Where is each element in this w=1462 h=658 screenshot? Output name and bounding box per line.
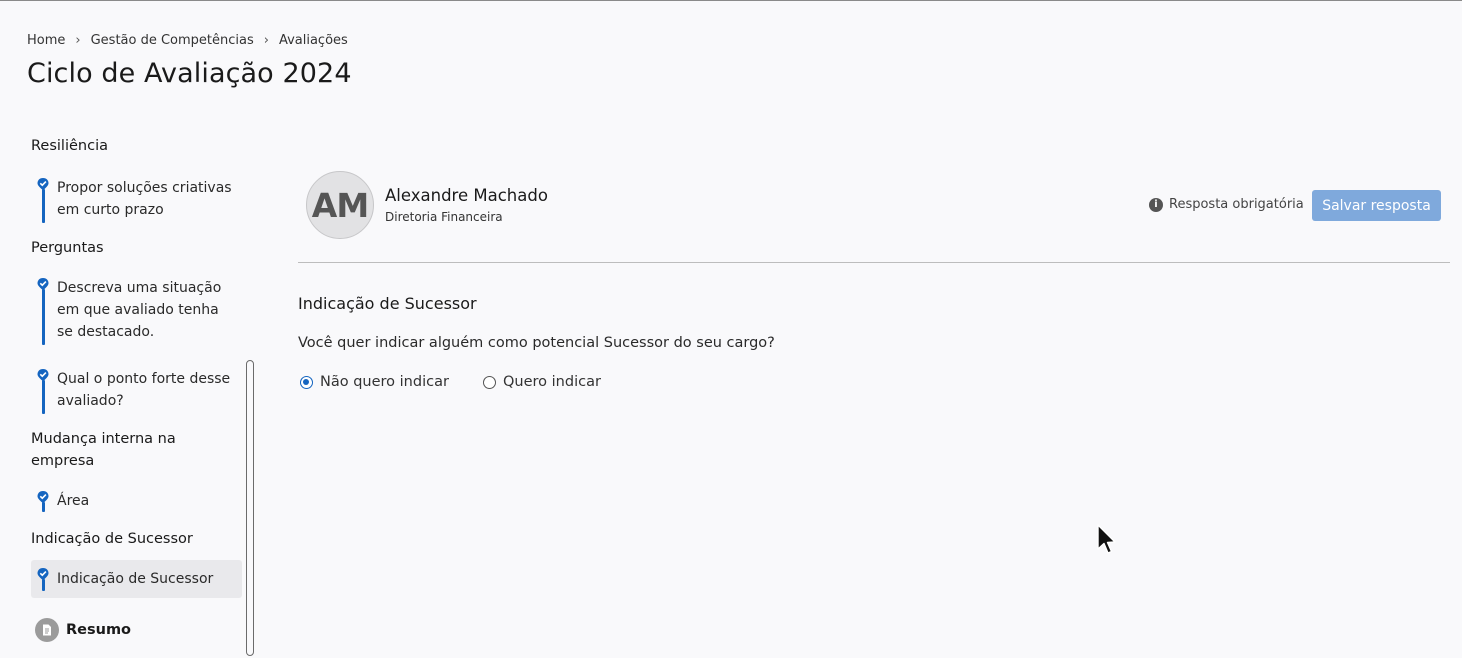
sidebar: Resiliência Propor soluções criativas em…	[22, 130, 258, 658]
progress-line	[42, 380, 45, 414]
sidebar-item-label: Descreva uma situação em que avaliado te…	[57, 280, 222, 340]
sidebar-section-perguntas: Perguntas	[31, 240, 104, 256]
form-section-heading: Indicação de Sucessor	[298, 294, 477, 313]
page-title: Ciclo de Avaliação 2024	[27, 58, 352, 89]
breadcrumb-separator: ›	[75, 33, 81, 48]
sidebar-item-label: Resumo	[66, 622, 132, 638]
radio-quero-indicar[interactable]: Quero indicar	[483, 374, 601, 390]
sidebar-item-descreva-situacao[interactable]: Descreva uma situação em que avaliado te…	[31, 275, 242, 345]
sidebar-item-resumo[interactable]: Resumo	[35, 618, 131, 642]
person-name: Alexandre Machado	[385, 186, 548, 205]
sidebar-scrollbar[interactable]	[246, 360, 254, 656]
breadcrumb-avaliacoes: Avaliações	[278, 33, 348, 48]
breadcrumb-home[interactable]: Home	[27, 33, 65, 48]
radio-button-selected[interactable]	[300, 375, 313, 389]
sidebar-item-indicacao-sucessor[interactable]: Indicação de Sucessor	[31, 560, 242, 598]
progress-line	[42, 189, 45, 223]
required-note-text: Resposta obrigatória	[1169, 197, 1304, 212]
divider	[298, 262, 1450, 263]
person-department: Diretoria Financeira	[385, 210, 503, 224]
sidebar-section-resiliencia: Resiliência	[31, 138, 108, 154]
sidebar-item-label: Área	[57, 493, 90, 509]
info-icon: i	[1149, 197, 1163, 212]
breadcrumb-separator: ›	[263, 33, 269, 48]
document-icon	[35, 618, 59, 642]
sidebar-section-indicacao-sucessor: Indicação de Sucessor	[31, 531, 193, 547]
radio-button[interactable]	[483, 375, 496, 389]
form-question: Você quer indicar alguém como potencial …	[298, 335, 775, 351]
sidebar-item-area[interactable]: Área	[31, 488, 242, 516]
avatar: AM	[306, 171, 374, 239]
sidebar-item-propor-solucoes[interactable]: Propor soluções criativas em curto prazo	[31, 175, 242, 225]
progress-line	[42, 289, 45, 345]
progress-line	[42, 579, 45, 591]
radio-label: Quero indicar	[503, 374, 601, 390]
sidebar-item-label: Propor soluções criativas em curto prazo	[57, 180, 232, 218]
mouse-cursor-icon	[1097, 524, 1116, 554]
sidebar-item-label: Qual o ponto forte desse avaliado?	[57, 371, 231, 409]
progress-line	[42, 502, 45, 512]
breadcrumb-gestao[interactable]: Gestão de Competências	[91, 33, 254, 48]
sidebar-section-mudanca-interna: Mudança interna na empresa	[31, 431, 176, 469]
sidebar-item-ponto-forte[interactable]: Qual o ponto forte desse avaliado?	[31, 366, 242, 416]
top-rule	[0, 0, 1462, 1]
sidebar-item-label: Indicação de Sucessor	[57, 571, 214, 587]
breadcrumb: Home › Gestão de Competências › Avaliaçõ…	[27, 33, 348, 48]
radio-nao-quero-indicar[interactable]: Não quero indicar	[300, 374, 449, 390]
save-answer-button[interactable]: Salvar resposta	[1312, 190, 1441, 221]
required-note: i Resposta obrigatória	[1149, 197, 1304, 212]
radio-label: Não quero indicar	[320, 374, 449, 390]
